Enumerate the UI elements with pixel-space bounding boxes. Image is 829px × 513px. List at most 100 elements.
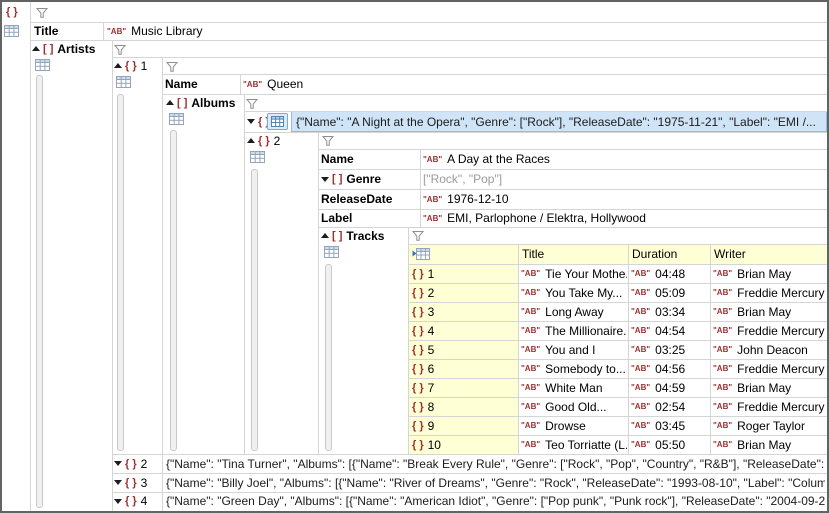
track-duration[interactable]: 03:25 xyxy=(655,343,685,357)
table-row[interactable]: { }3 xyxy=(412,302,434,321)
object-type-icon[interactable]: { } xyxy=(125,60,137,72)
string-type-icon[interactable]: "AB" xyxy=(521,288,540,297)
track-writer[interactable]: Freddie Mercury xyxy=(737,286,824,300)
label-key[interactable]: Label xyxy=(321,211,352,225)
object-type-icon[interactable]: { } xyxy=(258,135,270,147)
root-grid-icon[interactable] xyxy=(4,25,19,37)
string-type-icon[interactable]: "AB" xyxy=(631,345,650,354)
table-row[interactable]: { }8 xyxy=(412,397,434,416)
album2-grid-icon[interactable] xyxy=(250,151,265,163)
string-type-icon[interactable]: "AB" xyxy=(713,307,732,316)
display-as-table-button[interactable] xyxy=(267,113,288,130)
tracks-key[interactable]: Tracks xyxy=(346,229,384,243)
artist2-preview[interactable]: {"Name": "Tina Turner", "Albums": [{"Nam… xyxy=(166,457,825,471)
tracks-collapse-bar[interactable] xyxy=(325,264,332,451)
track-writer[interactable]: John Deacon xyxy=(737,343,808,357)
string-type-icon[interactable]: "AB" xyxy=(713,326,732,335)
name-key[interactable]: Name xyxy=(321,152,354,166)
albums-grid-icon[interactable] xyxy=(169,113,184,125)
string-type-icon[interactable]: "AB" xyxy=(521,326,540,335)
track-writer[interactable]: Brian May xyxy=(737,267,791,281)
track-title[interactable]: You Take My... xyxy=(545,286,622,300)
column-header-writer[interactable]: Writer xyxy=(714,247,746,261)
tracks-filter-icon[interactable] xyxy=(412,230,424,242)
expand-toggle-icon[interactable] xyxy=(321,177,329,182)
string-type-icon[interactable]: "AB" xyxy=(713,383,732,392)
track-title[interactable]: The Millionaire... xyxy=(545,324,627,338)
track-title[interactable]: Teo Torriatte (L... xyxy=(545,438,627,452)
track-title[interactable]: Long Away xyxy=(545,305,604,319)
track-duration[interactable]: 04:54 xyxy=(655,324,685,338)
artists-collapse-bar[interactable] xyxy=(36,75,43,508)
artist1-grid-icon[interactable] xyxy=(116,76,131,88)
track-title[interactable]: Somebody to... xyxy=(545,362,626,376)
collapse-toggle-icon[interactable] xyxy=(114,63,122,68)
string-type-icon[interactable]: "AB" xyxy=(521,345,540,354)
string-type-icon[interactable]: "AB" xyxy=(521,440,540,449)
track-title[interactable]: Drowse xyxy=(545,419,586,433)
label-value[interactable]: EMI, Parlophone / Elektra, Hollywood xyxy=(447,211,646,225)
track-duration[interactable]: 04:48 xyxy=(655,267,685,281)
track-writer[interactable]: Brian May xyxy=(737,305,791,319)
artists-grid-icon[interactable] xyxy=(35,59,50,71)
string-type-icon[interactable]: "AB" xyxy=(713,345,732,354)
string-type-icon[interactable]: "AB" xyxy=(521,364,540,373)
object-type-icon[interactable]: { } xyxy=(125,477,137,489)
column-header-duration[interactable]: Duration xyxy=(632,247,677,261)
expand-toggle-icon[interactable] xyxy=(114,499,122,504)
genre-collapsed-value[interactable]: ["Rock", "Pop"] xyxy=(423,172,502,186)
root-object-icon[interactable]: { } xyxy=(6,6,18,18)
string-type-icon[interactable]: "AB" xyxy=(713,402,732,411)
artist1-name-value[interactable]: Queen xyxy=(267,77,303,91)
track-writer[interactable]: Freddie Mercury xyxy=(737,324,824,338)
object-type-icon[interactable]: { } xyxy=(125,458,137,470)
string-type-icon[interactable]: "AB" xyxy=(631,307,650,316)
releasedate-value[interactable]: 1976-12-10 xyxy=(447,192,508,206)
collapse-toggle-icon[interactable] xyxy=(166,100,174,105)
track-duration[interactable]: 03:34 xyxy=(655,305,685,319)
album2-filter-icon[interactable] xyxy=(322,135,334,147)
string-type-icon[interactable]: "AB" xyxy=(521,307,540,316)
array-type-icon[interactable]: [ ] xyxy=(43,43,53,55)
album2-name-value[interactable]: A Day at the Races xyxy=(447,152,550,166)
table-row[interactable]: { }4 xyxy=(412,321,434,340)
track-writer[interactable]: Roger Taylor xyxy=(737,419,805,433)
title-key[interactable]: Title xyxy=(34,24,58,38)
track-title[interactable]: You and I xyxy=(545,343,595,357)
array-type-icon[interactable]: [ ] xyxy=(332,230,342,242)
genre-key[interactable]: Genre xyxy=(346,172,381,186)
album2-collapse-bar[interactable] xyxy=(251,169,258,451)
string-type-icon[interactable]: "AB" xyxy=(107,27,126,36)
string-type-icon[interactable]: "AB" xyxy=(423,195,442,204)
string-type-icon[interactable]: "AB" xyxy=(631,326,650,335)
table-display-icon[interactable] xyxy=(412,247,430,261)
expand-toggle-icon[interactable] xyxy=(247,119,255,124)
artist1-collapse-bar[interactable] xyxy=(117,94,124,451)
collapse-toggle-icon[interactable] xyxy=(247,138,255,143)
array-type-icon[interactable]: [ ] xyxy=(332,173,342,185)
releasedate-key[interactable]: ReleaseDate xyxy=(321,192,392,206)
string-type-icon[interactable]: "AB" xyxy=(713,364,732,373)
string-type-icon[interactable]: "AB" xyxy=(713,440,732,449)
string-type-icon[interactable]: "AB" xyxy=(521,421,540,430)
selected-album-preview[interactable]: {"Name": "A Night at the Opera", "Genre"… xyxy=(296,115,816,129)
table-row[interactable]: { }1 xyxy=(412,264,434,283)
string-type-icon[interactable]: "AB" xyxy=(243,80,262,89)
string-type-icon[interactable]: "AB" xyxy=(713,288,732,297)
track-writer[interactable]: Freddie Mercury xyxy=(737,362,824,376)
string-type-icon[interactable]: "AB" xyxy=(631,383,650,392)
track-duration[interactable]: 05:09 xyxy=(655,286,685,300)
track-duration[interactable]: 04:56 xyxy=(655,362,685,376)
string-type-icon[interactable]: "AB" xyxy=(521,269,540,278)
tracks-grid-icon[interactable] xyxy=(324,246,339,258)
track-writer[interactable]: Brian May xyxy=(737,381,791,395)
track-title[interactable]: Good Old... xyxy=(545,400,606,414)
albums-collapse-bar[interactable] xyxy=(170,130,177,451)
table-row[interactable]: { }5 xyxy=(412,340,434,359)
artist1-filter-icon[interactable] xyxy=(166,61,178,73)
table-row[interactable]: { }10 xyxy=(412,435,441,454)
string-type-icon[interactable]: "AB" xyxy=(423,155,442,164)
collapse-toggle-icon[interactable] xyxy=(321,233,329,238)
title-value[interactable]: Music Library xyxy=(131,24,202,38)
artists-key[interactable]: Artists xyxy=(57,42,95,56)
